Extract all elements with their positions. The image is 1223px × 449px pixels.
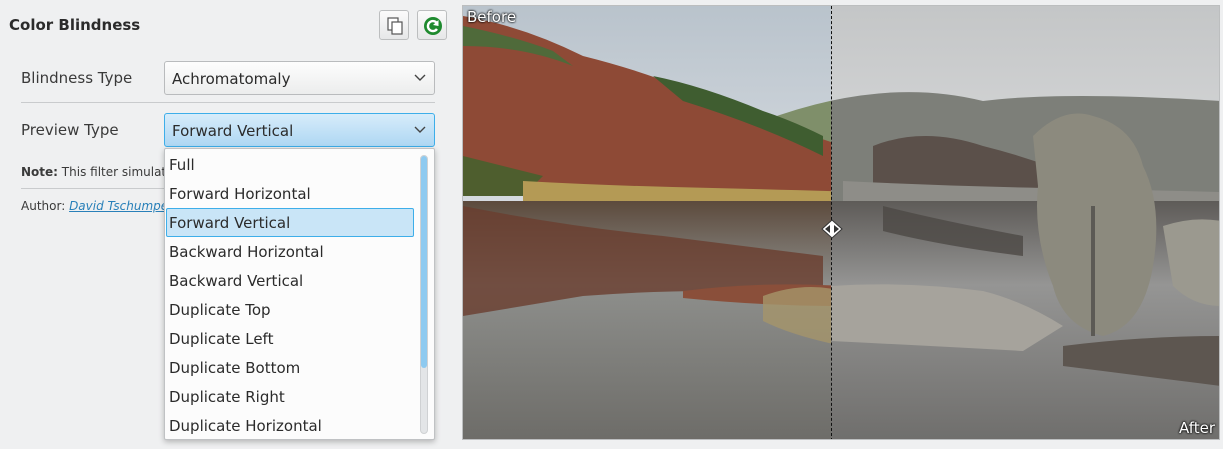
dropdown-option[interactable]: Forward Horizontal bbox=[166, 179, 414, 208]
blindness-type-value: Achromatomaly bbox=[172, 70, 291, 88]
author-line: Author: David Tschumpe bbox=[21, 199, 171, 213]
split-handle-icon[interactable] bbox=[821, 219, 843, 239]
chevron-down-icon bbox=[414, 126, 426, 133]
note-body: This filter simulate bbox=[61, 165, 171, 179]
refresh-icon bbox=[424, 17, 442, 35]
dropdown-option[interactable]: Backward Vertical bbox=[166, 266, 414, 295]
panel-title: Color Blindness bbox=[9, 16, 141, 34]
dropdown-option[interactable]: Duplicate Right bbox=[166, 382, 414, 411]
blindness-type-select[interactable]: Achromatomaly bbox=[164, 61, 435, 95]
author-label: Author: bbox=[21, 199, 66, 213]
refresh-button[interactable] bbox=[417, 10, 447, 40]
preview-canvas[interactable]: Before After bbox=[462, 5, 1220, 440]
dropdown-scrollbar-thumb[interactable] bbox=[421, 156, 427, 368]
preview-type-select[interactable]: Forward Vertical bbox=[164, 113, 435, 147]
copy-icon bbox=[387, 17, 403, 35]
dropdown-option[interactable]: Duplicate Bottom bbox=[166, 353, 414, 382]
dropdown-option[interactable]: Full bbox=[166, 150, 414, 179]
dropdown-option[interactable]: Duplicate Left bbox=[166, 324, 414, 353]
blindness-type-label: Blindness Type bbox=[21, 69, 133, 87]
dropdown-scrollbar[interactable] bbox=[420, 155, 428, 434]
preview-type-dropdown: Full Forward Horizontal Forward Vertical… bbox=[164, 148, 435, 440]
dropdown-option[interactable]: Duplicate Horizontal bbox=[166, 411, 414, 439]
note-label: Note: bbox=[21, 165, 58, 179]
dropdown-option[interactable]: Backward Horizontal bbox=[166, 237, 414, 266]
preview-type-value: Forward Vertical bbox=[172, 122, 294, 140]
after-label: After bbox=[1178, 419, 1215, 437]
note-text: Note: This filter simulate bbox=[21, 165, 171, 179]
divider bbox=[21, 102, 435, 103]
before-label: Before bbox=[467, 8, 517, 26]
copy-button[interactable] bbox=[379, 10, 409, 40]
divider bbox=[21, 188, 164, 189]
chevron-down-icon bbox=[414, 74, 426, 81]
dropdown-option-selected[interactable]: Forward Vertical bbox=[166, 208, 414, 237]
dropdown-option[interactable]: Duplicate Top bbox=[166, 295, 414, 324]
author-link[interactable]: David Tschumpe bbox=[69, 199, 168, 213]
preview-type-label: Preview Type bbox=[21, 121, 119, 139]
